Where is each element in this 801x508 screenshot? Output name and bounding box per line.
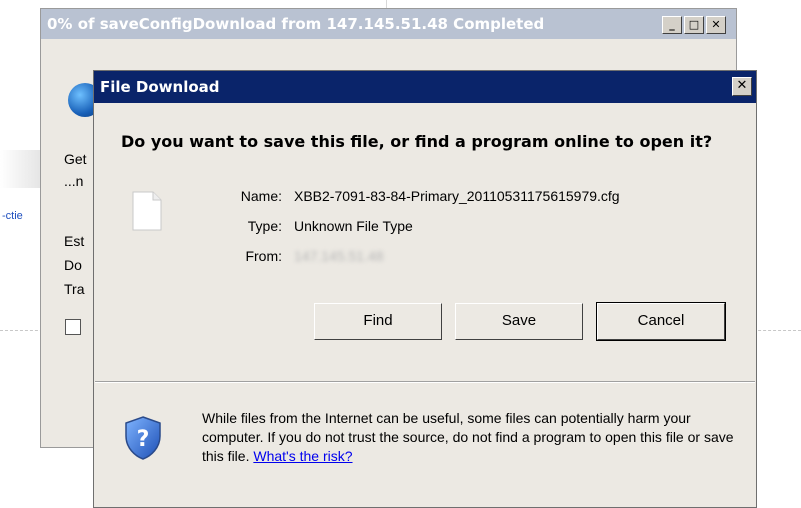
close-button[interactable]: ✕ [706,16,726,34]
close-on-complete-checkbox[interactable] [65,319,81,335]
progress-text-estimated: Est [64,233,85,249]
from-value: 147.145.51.48 [294,248,384,264]
name-value: XBB2-7091-83-84-Primary_2011053117561597… [294,188,620,204]
progress-window-title-bar[interactable]: 0% of saveConfigDownload from 147.145.51… [41,9,736,39]
maximize-button[interactable]: □ [684,16,704,34]
find-button[interactable]: Find [314,303,442,340]
whats-the-risk-link[interactable]: What's the risk? [253,448,352,464]
progress-text-get: Get [64,151,87,167]
progress-text-name: ...n [64,173,84,189]
cancel-button[interactable]: Cancel [596,302,726,341]
name-label: Name: [240,188,282,204]
progress-text-download: Do [64,257,82,273]
progress-window-title: 0% of saveConfigDownload from 147.145.51… [47,15,545,33]
minimize-button[interactable]: _ [662,16,682,34]
security-warning: While files from the Internet can be use… [202,409,742,466]
svg-text:?: ? [137,427,150,452]
background-link-fragment[interactable]: -ctie [2,210,23,222]
progress-text-transfer: Tra [64,281,85,297]
save-button[interactable]: Save [455,303,583,340]
background-panel [0,150,42,188]
type-label: Type: [247,218,282,234]
dialog-title-bar[interactable]: File Download ✕ [94,71,756,103]
dialog-title: File Download [100,78,220,96]
dialog-question: Do you want to save this file, or find a… [121,132,713,151]
dialog-close-button[interactable]: ✕ [732,77,752,96]
file-download-dialog: File Download ✕ Do you want to save this… [93,70,757,508]
file-icon [132,191,162,231]
dialog-separator [95,381,755,383]
from-label: From: [245,248,282,264]
window-controls: _ □ ✕ [662,16,726,34]
type-value: Unknown File Type [294,218,413,234]
shield-question-icon: ? [125,416,161,460]
